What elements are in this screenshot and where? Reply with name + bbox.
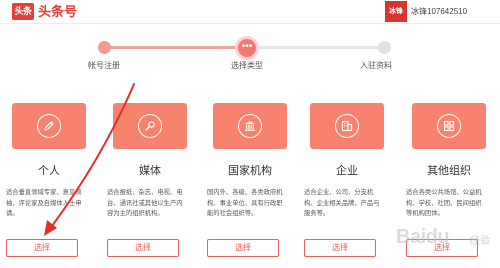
card-description: 适合各类公共场馆、公益机构、学校、社团、民间组织等机构团体。 bbox=[406, 189, 482, 217]
page: 头条 头条号 冰锋 冰锋107642510 ••• 帐号注册 选择类型 入驻资料… bbox=[0, 0, 500, 268]
institution-building-icon bbox=[245, 121, 255, 131]
progress-steps: ••• 帐号注册 选择类型 入驻资料 bbox=[0, 36, 500, 76]
select-button-media[interactable]: 选择 bbox=[107, 239, 179, 257]
select-button-personal[interactable]: 选择 bbox=[6, 239, 78, 257]
step-current-dots: ••• bbox=[241, 41, 253, 52]
step-dot-entry-info bbox=[378, 41, 391, 54]
top-header: 头条 头条号 冰锋 冰锋107642510 bbox=[0, 0, 500, 24]
progress-line-pending bbox=[254, 46, 384, 49]
microphone-icon bbox=[145, 121, 155, 131]
step-label-select-type: 选择类型 bbox=[231, 61, 263, 70]
card-title: 企业 bbox=[336, 165, 358, 177]
card-description: 适合垂直领域专家、意见领袖、评论家及自媒体人士申请。 bbox=[6, 189, 82, 217]
card-title: 国家机构 bbox=[228, 165, 272, 177]
card-icon-tile bbox=[310, 103, 384, 149]
card-title: 个人 bbox=[38, 165, 60, 177]
user-name[interactable]: 冰锋107642510 bbox=[411, 6, 467, 17]
card-icon-tile bbox=[412, 103, 486, 149]
card-icon-tile bbox=[12, 103, 86, 149]
card-description: 国内外、各级、各类政府机构、事业单位、具有行政职能的社会组织等。 bbox=[207, 189, 283, 217]
pencil-icon bbox=[44, 121, 54, 131]
select-button-government[interactable]: 选择 bbox=[207, 239, 279, 257]
card-description: 适合企业、公司、分支机构、企业相关品牌、产品与服务等。 bbox=[304, 189, 380, 217]
user-avatar[interactable]: 冰锋 bbox=[385, 1, 407, 22]
grid-apps-icon bbox=[443, 120, 455, 132]
logo-badge[interactable]: 头条 bbox=[12, 3, 34, 20]
office-building-icon bbox=[341, 120, 353, 132]
card-description: 适合报纸、杂志、电视、电台、通讯社或其他以生产内容为主的组织机构。 bbox=[107, 189, 183, 217]
logo-text[interactable]: 头条号 bbox=[38, 3, 77, 20]
progress-line-completed bbox=[106, 46, 246, 49]
step-label-entry-info: 入驻资料 bbox=[360, 61, 392, 70]
select-button-enterprise[interactable]: 选择 bbox=[304, 239, 376, 257]
step-dot-select-type: ••• bbox=[235, 36, 259, 60]
card-icon-tile bbox=[213, 103, 287, 149]
select-button-other[interactable]: 选择 bbox=[406, 239, 478, 257]
card-icon-tile bbox=[113, 103, 187, 149]
step-dot-account-register bbox=[98, 41, 111, 54]
card-title: 媒体 bbox=[139, 165, 161, 177]
step-label-account-register: 帐号注册 bbox=[88, 61, 120, 70]
card-title: 其他组织 bbox=[427, 165, 471, 177]
